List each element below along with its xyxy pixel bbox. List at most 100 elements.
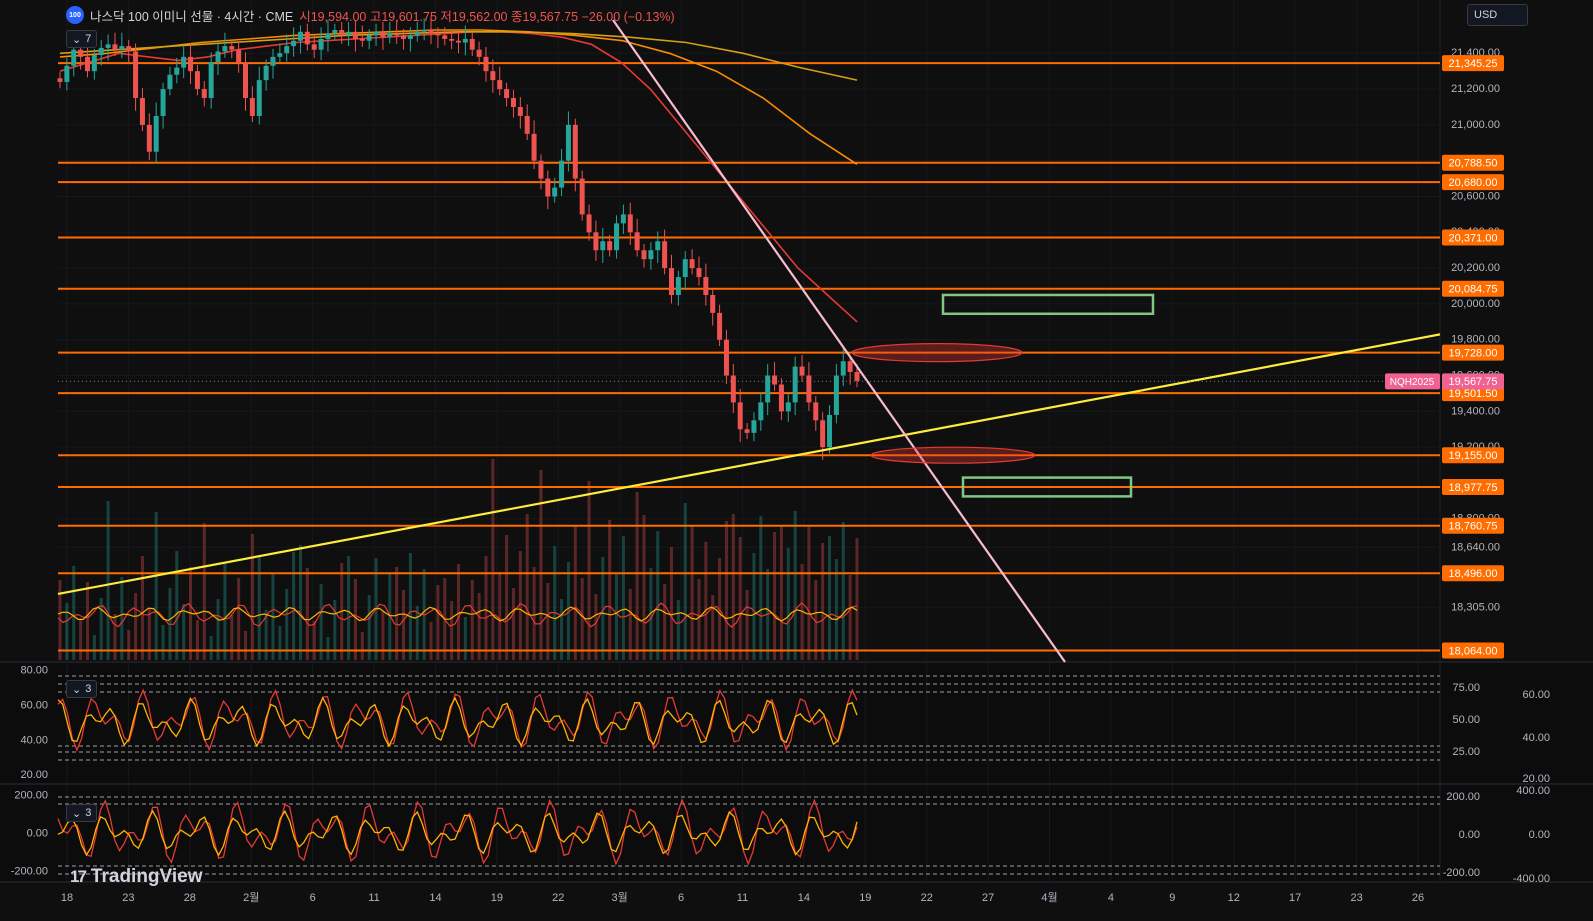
- symbol-title[interactable]: 나스닥 100 이미니 선물 · 4시간 · CME: [90, 6, 293, 25]
- volume-bar: [360, 632, 364, 660]
- candle-body: [717, 312, 723, 340]
- candle-body: [538, 160, 544, 179]
- volume-bar: [147, 609, 151, 660]
- candle-body: [352, 31, 358, 39]
- volume-bar: [724, 521, 728, 660]
- price-tick-label: 19,400.00: [1451, 405, 1500, 417]
- x-tick-label: 4월: [1041, 891, 1057, 904]
- volume-bar: [498, 572, 502, 660]
- candle-body: [696, 268, 702, 278]
- level-tag-label: 19,501.50: [1449, 388, 1498, 400]
- level-tag-label: 19,728.00: [1449, 348, 1498, 360]
- symbol-price-tag: NQH2025: [1385, 373, 1440, 390]
- candle-body: [483, 56, 489, 72]
- price-tick-label: 21,000.00: [1451, 119, 1500, 131]
- candle-body: [139, 98, 145, 125]
- volume-bar: [79, 619, 83, 660]
- candle-body: [586, 214, 592, 233]
- price-tick-label: 21,200.00: [1451, 83, 1500, 95]
- candle-body: [497, 80, 503, 90]
- candle-body: [792, 366, 798, 403]
- volume-bar: [353, 579, 357, 660]
- volume-bar: [779, 525, 783, 660]
- candle-body: [146, 124, 152, 152]
- resistance-zone-ellipse: [851, 343, 1023, 363]
- candle-body: [325, 33, 331, 39]
- level-tag-label: 18,760.75: [1449, 521, 1498, 533]
- volume-bar: [347, 556, 351, 660]
- candle-body: [181, 56, 187, 68]
- volume-bar: [841, 522, 845, 660]
- symbol-tag-label: NQH2025: [1390, 377, 1435, 388]
- candle-body: [648, 250, 654, 260]
- volume-bar: [697, 579, 701, 660]
- volume-bar: [223, 562, 227, 660]
- volume-bar: [312, 621, 316, 660]
- x-tick-label: 28: [184, 892, 196, 904]
- candle-body: [620, 214, 626, 224]
- volume-bar: [92, 635, 96, 660]
- candle-body: [373, 31, 379, 36]
- volume-bar: [656, 531, 660, 660]
- support-zone-ellipse: [870, 446, 1036, 464]
- candle-body: [236, 49, 242, 63]
- level-price-tag: 21,345.25: [1442, 55, 1504, 72]
- volume-bar: [635, 492, 639, 660]
- osc1-outer-tick: 20.00: [1522, 773, 1550, 785]
- osc2-outer-tick: -400.00: [1513, 873, 1550, 885]
- candle-body: [627, 214, 633, 233]
- volume-bar: [278, 626, 282, 660]
- volume-bar: [292, 552, 296, 660]
- candle-body: [504, 89, 510, 99]
- currency-select[interactable]: USD: [1467, 4, 1528, 26]
- candle-body: [806, 375, 812, 403]
- candle-body: [91, 55, 97, 72]
- volume-bar: [209, 636, 213, 660]
- level-price-tag: 20,084.75: [1442, 280, 1504, 297]
- cci-indicator-count: 3: [85, 807, 92, 819]
- candle-body: [565, 124, 571, 161]
- x-tick-label: 26: [1412, 892, 1424, 904]
- candle-body: [730, 375, 736, 403]
- candle-body: [249, 98, 255, 116]
- level-tag-label: 20,371.00: [1449, 232, 1498, 244]
- candle-body: [277, 53, 283, 57]
- candle-body: [112, 44, 118, 50]
- osc2-right-tick: -200.00: [1443, 867, 1480, 879]
- candle-body: [737, 402, 743, 430]
- x-tick-label: 6: [310, 892, 316, 904]
- rsi-indicator-toggle[interactable]: ⌄ 3: [66, 680, 98, 698]
- rsi-indicator-count: 3: [85, 683, 92, 695]
- level-price-tag: 19,155.00: [1442, 447, 1504, 464]
- level-tag-label: 18,496.00: [1449, 568, 1498, 580]
- volume-bar: [608, 520, 612, 660]
- volume-bar: [298, 545, 302, 660]
- volume-bar: [690, 526, 694, 660]
- volume-bar: [326, 637, 330, 660]
- volume-bar: [202, 523, 206, 660]
- level-price-tag: 18,760.75: [1442, 517, 1504, 534]
- candle-body: [517, 106, 523, 116]
- candle-body: [229, 46, 235, 50]
- candle-body: [449, 38, 455, 41]
- cci-indicator-toggle[interactable]: ⌄ 3: [66, 804, 98, 822]
- x-tick-label: 6: [678, 892, 684, 904]
- level-tag-label: 20,788.50: [1449, 158, 1498, 170]
- volume-bar: [470, 580, 474, 660]
- candle-body: [600, 241, 606, 251]
- chart-canvas[interactable]: 18 23 28 2월 6 11 14 19 22 3월 6 11 14 19 22 27 4월 4 9 12 17 23…: [0, 0, 1593, 921]
- candle-body: [758, 402, 764, 421]
- main-indicator-toggle[interactable]: ⌄ 7: [66, 30, 98, 48]
- volume-bar: [402, 590, 406, 660]
- ohlc-values: 시19,594.00 고19,601.75 저19,562.00 종19,567…: [299, 9, 675, 24]
- volume-bar: [285, 589, 289, 660]
- cci-panel-background: [0, 784, 1593, 881]
- candle-body: [490, 71, 496, 81]
- price-tick-label: 20,600.00: [1451, 190, 1500, 202]
- volume-bar: [821, 543, 825, 660]
- candle-body: [442, 35, 448, 39]
- volume-bar: [773, 532, 777, 660]
- osc1-right-tick: 25.00: [1452, 746, 1480, 758]
- candle-body: [421, 30, 427, 32]
- last-price-tag-label: 19,567.75: [1449, 376, 1498, 388]
